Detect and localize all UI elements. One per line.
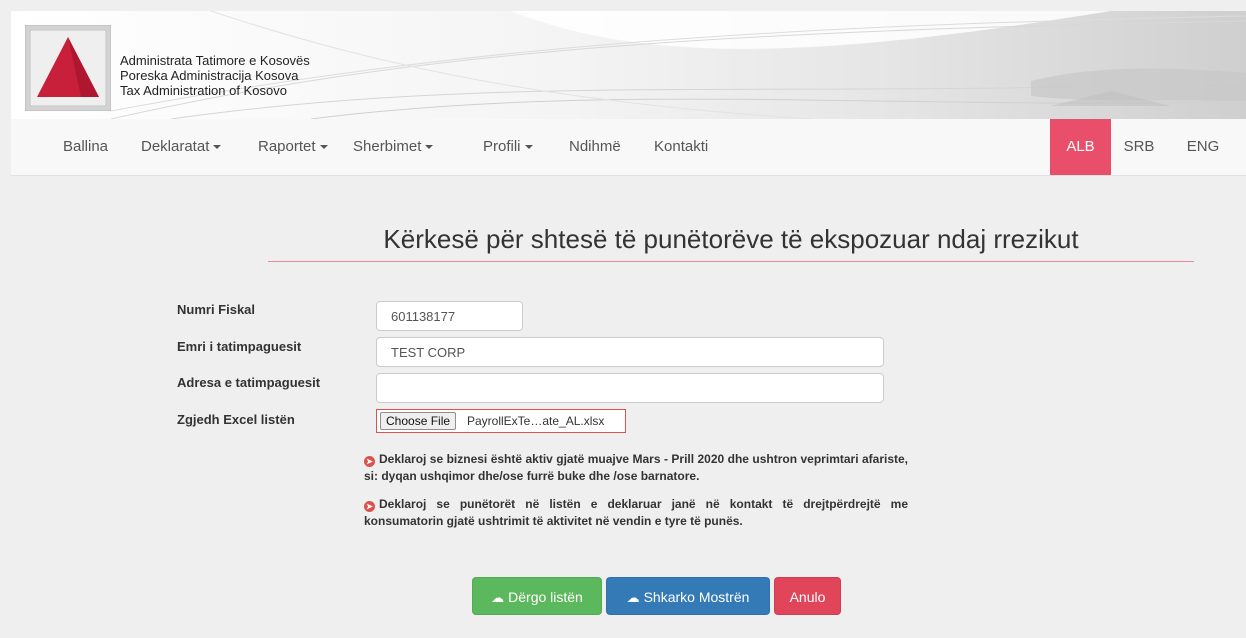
- fiscal-number-label: Numri Fiskal: [177, 302, 256, 317]
- choose-file-button[interactable]: Choose File: [380, 412, 457, 430]
- organization-name: Administrata Tatimore e Kosovës Poreska …: [120, 53, 310, 98]
- org-name-albanian: Administrata Tatimore e Kosovës: [120, 53, 310, 68]
- site-header: Administrata Tatimore e Kosovës Poreska …: [11, 11, 1246, 119]
- lang-alb-button[interactable]: ALB: [1050, 119, 1111, 175]
- cancel-button[interactable]: Anulo: [774, 577, 841, 615]
- taxpayer-address-input[interactable]: [376, 373, 884, 403]
- nav-profili-label: Profili: [483, 138, 521, 155]
- download-template-label: Shkarko Mostrën: [643, 589, 750, 605]
- nav-ndihme[interactable]: Ndihmë: [569, 119, 621, 175]
- taxpayer-name-label: Emri i tatimpaguesit: [177, 339, 302, 354]
- download-template-button[interactable]: ☁ Shkarko Mostrën: [606, 577, 770, 615]
- main-navbar: Ballina Deklaratat Raportet Sherbimet Pr…: [11, 119, 1246, 176]
- title-divider: [268, 261, 1194, 262]
- lang-srb-button[interactable]: SRB: [1111, 119, 1167, 175]
- taxpayer-address-label: Adresa e tatimpaguesit: [177, 375, 321, 390]
- caret-down-icon: [524, 145, 533, 150]
- caret-down-icon: [319, 145, 328, 150]
- taxpayer-name-input[interactable]: [376, 337, 884, 367]
- arrow-circle-right-icon: ➤: [364, 456, 375, 467]
- cloud-upload-icon: ☁: [491, 590, 505, 605]
- nav-profili-dropdown[interactable]: Profili: [483, 119, 533, 175]
- lang-eng-button[interactable]: ENG: [1175, 119, 1231, 175]
- nav-ndihme-label: Ndihmë: [569, 138, 621, 155]
- lang-eng-label: ENG: [1186, 138, 1220, 155]
- caret-down-icon: [213, 145, 222, 150]
- cloud-download-icon: ☁: [626, 590, 640, 605]
- lang-alb-label: ALB: [1066, 138, 1095, 155]
- nav-deklaratat-dropdown[interactable]: Deklaratat: [141, 119, 222, 175]
- selected-file-name: PayrollExTe…ate_AL.xlsx: [467, 414, 605, 428]
- org-name-english: Tax Administration of Kosovo: [120, 83, 287, 98]
- tak-logo: [25, 25, 111, 111]
- nav-raportet-dropdown[interactable]: Raportet: [258, 119, 328, 175]
- declaration-business-active-text: Deklaroj se biznesi është aktiv gjatë mu…: [364, 452, 908, 483]
- declaration-workers-contact: ➤ Deklaroj se punëtorët në listën e dekla…: [364, 496, 908, 530]
- nav-ballina[interactable]: Ballina: [63, 119, 108, 175]
- nav-kontakti[interactable]: Kontakti: [654, 119, 708, 175]
- nav-deklaratat-label: Deklaratat: [141, 138, 210, 155]
- declaration-workers-contact-text: Deklaroj se punëtorët në listën e deklar…: [364, 497, 908, 528]
- caret-down-icon: [425, 145, 434, 150]
- nav-sherbimet-dropdown[interactable]: Sherbimet: [353, 119, 434, 175]
- excel-file-label: Zgjedh Excel listën: [177, 412, 295, 427]
- page-title: Kërkesë për shtesë të punëtorëve të eksp…: [383, 224, 1079, 254]
- send-list-label: Dërgo listën: [508, 589, 583, 605]
- send-list-button[interactable]: ☁ Dërgo listën: [472, 577, 602, 615]
- lang-srb-label: SRB: [1123, 138, 1155, 155]
- declaration-business-active: ➤ Deklaroj se biznesi është aktiv gjatë m…: [364, 451, 908, 485]
- fiscal-number-input[interactable]: [376, 301, 523, 331]
- excel-file-picker[interactable]: Choose File PayrollExTe…ate_AL.xlsx: [376, 409, 626, 433]
- nav-ballina-label: Ballina: [63, 138, 109, 155]
- arrow-circle-right-icon: ➤: [364, 501, 375, 512]
- nav-kontakti-label: Kontakti: [654, 138, 709, 155]
- nav-sherbimet-label: Sherbimet: [353, 138, 422, 155]
- cancel-label: Anulo: [789, 589, 826, 605]
- org-name-serbian: Poreska Administracija Kosova: [120, 68, 299, 83]
- nav-raportet-label: Raportet: [258, 138, 316, 155]
